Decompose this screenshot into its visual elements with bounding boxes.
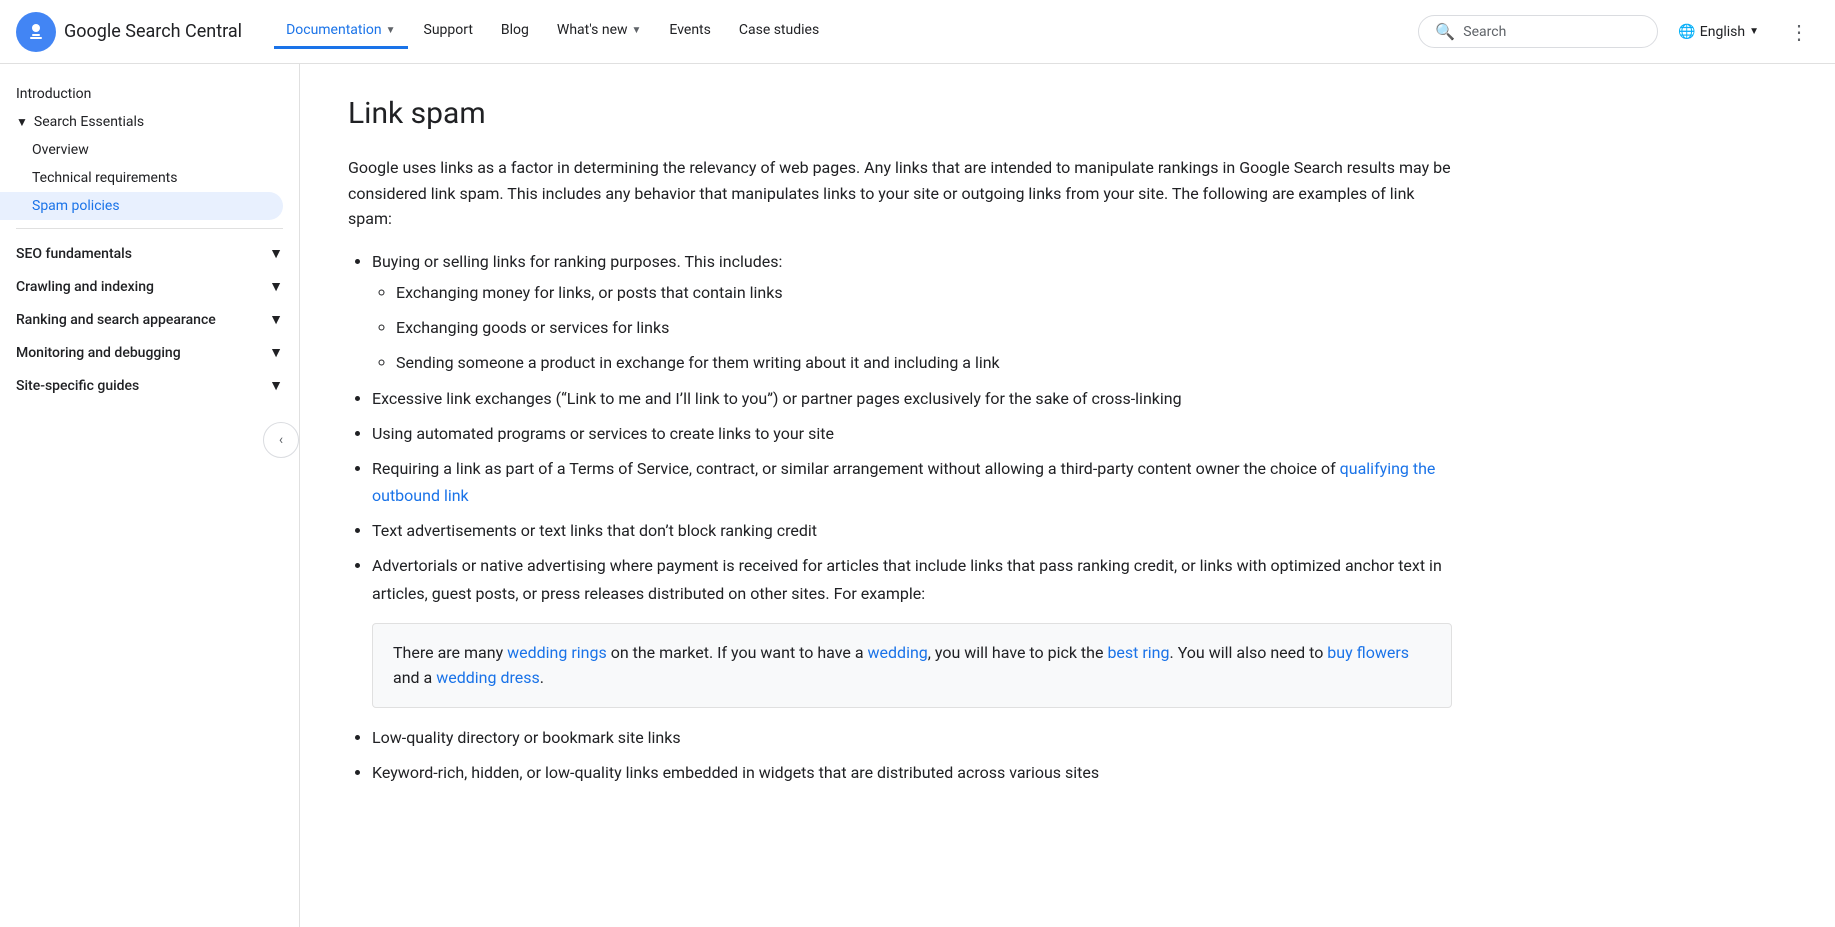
chevron-down-icon: ▼ (269, 377, 283, 394)
nav-blog[interactable]: Blog (489, 14, 541, 49)
wedding-link[interactable]: wedding (868, 643, 928, 662)
sidebar: Introduction ▼ Search Essentials Overvie… (0, 64, 300, 927)
sidebar-section-crawling-indexing[interactable]: Crawling and indexing ▼ (0, 270, 299, 303)
header-nav: Documentation ▼ Support Blog What's new … (274, 14, 1418, 49)
sidebar-search-essentials[interactable]: ▼ Search Essentials (0, 108, 299, 136)
sidebar-item-introduction[interactable]: Introduction (0, 80, 299, 108)
sidebar-section-ranking-search-appearance[interactable]: Ranking and search appearance ▼ (0, 303, 299, 336)
nav-events[interactable]: Events (657, 14, 722, 49)
chevron-down-icon: ▼ (1749, 26, 1759, 37)
globe-icon: 🌐 (1678, 24, 1695, 40)
sidebar-item-spam-policies[interactable]: Spam policies (0, 192, 283, 220)
main-content: Link spam Google uses links as a factor … (300, 64, 1500, 834)
chevron-down-icon: ▼ (386, 25, 396, 36)
layout: Introduction ▼ Search Essentials Overvie… (0, 64, 1835, 834)
search-icon: 🔍 (1435, 22, 1455, 41)
sidebar-section-seo-fundamentals[interactable]: SEO fundamentals ▼ (0, 237, 299, 270)
sidebar-section-monitoring-debugging[interactable]: Monitoring and debugging ▼ (0, 336, 299, 369)
sidebar-collapse-button[interactable]: ‹ (263, 422, 299, 458)
list-item-5: Text advertisements or text links that d… (372, 517, 1452, 544)
logo-link[interactable]: Google Search Central (16, 12, 242, 52)
header-right: 🔍 Search 🌐 English ▼ ⋮ (1418, 12, 1819, 52)
list-item-4: Requiring a link as part of a Terms of S… (372, 455, 1452, 509)
list-item-8: Keyword-rich, hidden, or low-quality lin… (372, 759, 1452, 786)
list-item-1: Buying or selling links for ranking purp… (372, 248, 1452, 377)
nav-support[interactable]: Support (412, 14, 485, 49)
content-section: Google uses links as a factor in determi… (348, 155, 1452, 786)
page-title: Link spam (348, 96, 1452, 131)
list-item-3: Using automated programs or services to … (372, 420, 1452, 447)
intro-paragraph: Google uses links as a factor in determi… (348, 155, 1452, 232)
sub-list-item-3: Sending someone a product in exchange fo… (396, 349, 1452, 376)
collapse-icon: ▼ (16, 115, 28, 129)
language-button[interactable]: 🌐 English ▼ (1666, 16, 1771, 48)
buy-flowers-link[interactable]: buy flowers (1327, 643, 1409, 662)
sub-list-item-2: Exchanging goods or services for links (396, 314, 1452, 341)
nav-case-studies[interactable]: Case studies (727, 14, 831, 49)
header: Google Search Central Documentation ▼ Su… (0, 0, 1835, 64)
sub-list-1: Exchanging money for links, or posts tha… (396, 279, 1452, 377)
list-item-7: Low-quality directory or bookmark site l… (372, 724, 1452, 751)
sidebar-item-overview[interactable]: Overview (0, 136, 299, 164)
chevron-down-icon: ▼ (632, 25, 642, 36)
nav-documentation[interactable]: Documentation ▼ (274, 14, 407, 49)
example-box: There are many wedding rings on the mark… (372, 623, 1452, 708)
wedding-rings-link[interactable]: wedding rings (507, 643, 607, 662)
sub-list-item-1: Exchanging money for links, or posts tha… (396, 279, 1452, 306)
logo-icon (16, 12, 56, 52)
best-ring-link[interactable]: best ring (1107, 643, 1169, 662)
sidebar-item-technical-requirements[interactable]: Technical requirements (0, 164, 299, 192)
list-item-2: Excessive link exchanges (“Link to me an… (372, 385, 1452, 412)
main-list: Buying or selling links for ranking purp… (372, 248, 1452, 787)
sidebar-divider (16, 228, 283, 229)
chevron-down-icon: ▼ (269, 245, 283, 262)
wedding-dress-link[interactable]: wedding dress (436, 668, 540, 687)
more-options-button[interactable]: ⋮ (1779, 12, 1819, 52)
chevron-left-icon: ‹ (279, 432, 283, 448)
list-item-6: Advertorials or native advertising where… (372, 552, 1452, 708)
chevron-down-icon: ▼ (269, 311, 283, 328)
chevron-down-icon: ▼ (269, 344, 283, 361)
sidebar-section-site-specific-guides[interactable]: Site-specific guides ▼ (0, 369, 299, 402)
search-box[interactable]: 🔍 Search (1418, 15, 1658, 48)
nav-whats-new[interactable]: What's new ▼ (545, 14, 654, 49)
logo-text: Google Search Central (64, 21, 242, 42)
chevron-down-icon: ▼ (269, 278, 283, 295)
